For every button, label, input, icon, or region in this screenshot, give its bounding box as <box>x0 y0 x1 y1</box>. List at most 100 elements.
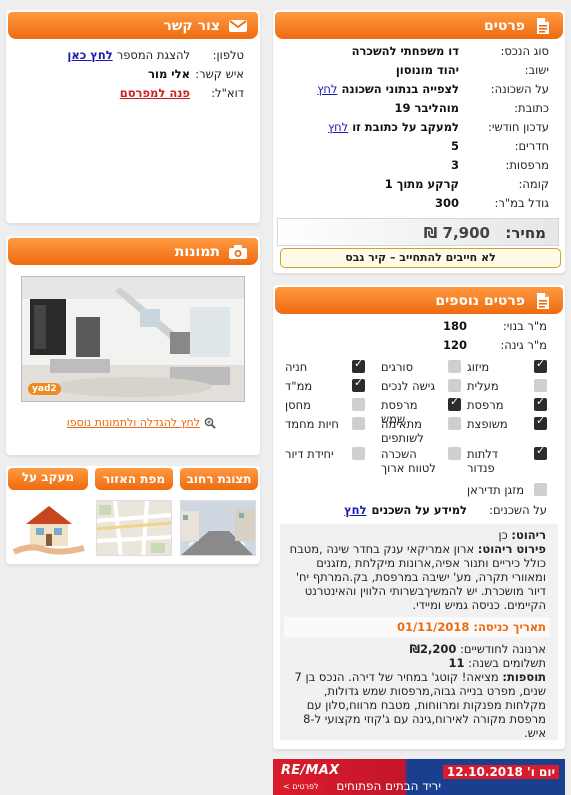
feature-item[interactable]: ממ"ד <box>285 376 365 393</box>
feature-label: ממ"ד <box>285 379 313 393</box>
details-panel: פרטים סוג הנכס: דו משפחתי להשכרה ישוב: יהוד… <box>273 10 565 273</box>
property-photo[interactable]: yad2 <box>21 276 245 402</box>
details-row-label: סוג הנכס: <box>500 44 549 58</box>
unchecked-checkbox-icon[interactable] <box>448 360 461 373</box>
details-row-value: 3 <box>450 158 459 172</box>
details-row-value: 5 <box>450 139 459 153</box>
house-price-thumbnail[interactable] <box>10 500 88 556</box>
details-row-label: מרפסות: <box>505 158 549 172</box>
remax-logo: RE/MAX <box>281 763 340 778</box>
feature-item[interactable]: השכרה לטווח ארוך <box>381 447 461 475</box>
feature-item[interactable]: דלתות פנדור <box>467 444 547 475</box>
feature-item[interactable]: מיזוג <box>467 357 547 374</box>
images-header: תמונות <box>8 238 258 265</box>
checked-checkbox-icon[interactable] <box>534 395 547 411</box>
feature-label: סורגים <box>381 360 414 374</box>
furniture-desc: פירוט ריהוט: ארון אמריקאי ענק בחדר שינה … <box>289 542 546 612</box>
unchecked-checkbox-icon[interactable] <box>352 447 365 460</box>
neighbors-row: על השכנים: למידע על השכנים לחץ <box>344 501 547 520</box>
details-row-label: גודל במ"ר: <box>494 196 549 210</box>
unchecked-checkbox-icon[interactable] <box>448 417 461 430</box>
details-row-value: דו משפחתי להשכרה <box>351 44 459 58</box>
unchecked-checkbox-icon[interactable] <box>534 379 547 392</box>
tab-area-map[interactable]: מפת האזור <box>95 468 173 490</box>
feature-item[interactable]: חיות מחמד <box>285 417 365 431</box>
feature-label: גישה לנכים <box>381 379 436 393</box>
details-row: על השכונה: לצפייה בנתוני השכונה לחץ <box>273 80 565 99</box>
details-row: עדכון חודשי: למעקב על כתובת זו לחץ <box>273 118 565 137</box>
phone-text: להצגת המספר <box>116 48 190 62</box>
checked-checkbox-icon[interactable] <box>352 357 365 373</box>
details-row: ישוב: יהוד מונוסון <box>273 61 565 80</box>
enlarge-row[interactable]: לחץ להגדלה ולתמונות נוספו <box>67 416 216 429</box>
details-row-label: ישוב: <box>524 63 549 77</box>
feature-item[interactable]: מזגן תדיראן <box>467 483 547 497</box>
feature-label: יחידת דיור <box>285 447 334 461</box>
details-row: חדרים: 5 <box>273 137 565 156</box>
remax-banner[interactable]: RE/MAX לפרטים > יום ו' 12.10.2018 יריד ה… <box>273 759 565 795</box>
checked-checkbox-icon[interactable] <box>534 357 547 373</box>
feature-item[interactable]: משופצת <box>467 414 547 431</box>
contact-panel: צור קשר טלפון: להצגת המספר לחץ כאן איש ק… <box>6 10 260 223</box>
feature-item[interactable]: מעלית <box>467 379 547 393</box>
street-view-thumbnail[interactable] <box>180 500 256 556</box>
feature-item[interactable]: גישה לנכים <box>381 379 461 393</box>
price-box: מחיר: 7,900 ₪ <box>277 218 559 246</box>
feature-label: מחסן <box>285 398 311 412</box>
details-row-value: יהוד מונוסון <box>395 63 459 77</box>
email-row: דוא"ל: פנה למפרסם <box>14 84 244 103</box>
details-row-value: לצפייה בנתוני השכונה <box>341 82 459 96</box>
feature-item[interactable]: חניה <box>285 357 365 374</box>
garden-area-row: מ"ר גינה: 120 <box>443 336 547 355</box>
unchecked-checkbox-icon[interactable] <box>352 417 365 430</box>
envelope-icon <box>228 16 248 36</box>
feature-item[interactable]: מתאימה לשותפים <box>381 417 461 445</box>
entry-date-row: תאריך כניסה: 01/11/2018 <box>284 617 550 637</box>
details-row-value: למעקב על כתובת זו <box>352 120 459 134</box>
show-phone-link[interactable]: לחץ כאן <box>67 46 112 65</box>
checked-checkbox-icon[interactable] <box>534 414 547 430</box>
details-row-link[interactable]: לחץ <box>328 118 348 137</box>
unchecked-checkbox-icon[interactable] <box>448 447 461 460</box>
images-title: תמונות <box>174 243 220 260</box>
email-advertiser-link[interactable]: פנה למפרסם <box>120 84 190 103</box>
unchecked-checkbox-icon[interactable] <box>352 398 365 411</box>
price-label: מחיר: <box>505 224 546 242</box>
feature-item[interactable]: מרפסת <box>467 395 547 412</box>
feature-label: מיזוג <box>467 360 490 374</box>
details-row-value: מוהליבר 19 <box>394 101 459 115</box>
contact-header: צור קשר <box>8 12 258 39</box>
feature-label: חיות מחמד <box>285 417 339 431</box>
feature-item[interactable]: יחידת דיור <box>285 447 365 461</box>
price-notice: לא חייבים להתחייב – קיר גבס <box>280 248 561 268</box>
details-title: פרטים <box>483 17 525 34</box>
description-box: ריהוט: כן פירוט ריהוט: ארון אמריקאי ענק … <box>280 524 558 740</box>
tabs-panel: תצוגת רחוב מפת האזור מעקב על מחירים <box>6 466 260 564</box>
details-row-link[interactable]: לחץ <box>317 80 337 99</box>
checked-checkbox-icon[interactable] <box>448 395 461 411</box>
feature-label: חניה <box>285 360 308 374</box>
checked-checkbox-icon[interactable] <box>352 376 365 392</box>
details-row-value: קרקע מתוך 1 <box>384 177 459 191</box>
enlarge-link[interactable]: לחץ להגדלה ולתמונות נוספו <box>67 416 200 429</box>
feature-label: השכרה לטווח ארוך <box>381 447 436 475</box>
neighbors-link[interactable]: לחץ <box>344 501 366 520</box>
feature-item[interactable]: מחסן <box>285 398 365 412</box>
more-details-panel: פרטים נוספים מ"ר בנוי: 180 מ"ר גינה: 120… <box>273 285 565 749</box>
banner-caption: יריד הבתים הפתוחים <box>336 779 441 793</box>
payments-row: תשלומים בשנה: 11 <box>448 656 546 670</box>
checked-checkbox-icon[interactable] <box>534 444 547 460</box>
tab-street-view[interactable]: תצוגת רחוב <box>180 468 258 490</box>
remax-details-button[interactable]: לפרטים > <box>279 782 323 791</box>
extras-row: תוספות: מציאה! קוטג' במחיר של דירה. הנכס… <box>294 670 546 740</box>
feature-label: מתאימה לשותפים <box>381 417 424 445</box>
area-map-thumbnail[interactable] <box>96 500 172 556</box>
unchecked-checkbox-icon[interactable] <box>534 483 547 496</box>
feature-item[interactable]: סורגים <box>381 360 461 374</box>
details-row-label: חדרים: <box>514 139 549 153</box>
tab-track-prices[interactable]: מעקב על מחירים <box>8 468 88 490</box>
details-rows: סוג הנכס: דו משפחתי להשכרה ישוב: יהוד מונוס… <box>273 42 565 213</box>
unchecked-checkbox-icon[interactable] <box>448 379 461 392</box>
neighbors-text: למידע על השכנים <box>371 503 467 517</box>
price-value: 7,900 ₪ <box>423 224 490 242</box>
